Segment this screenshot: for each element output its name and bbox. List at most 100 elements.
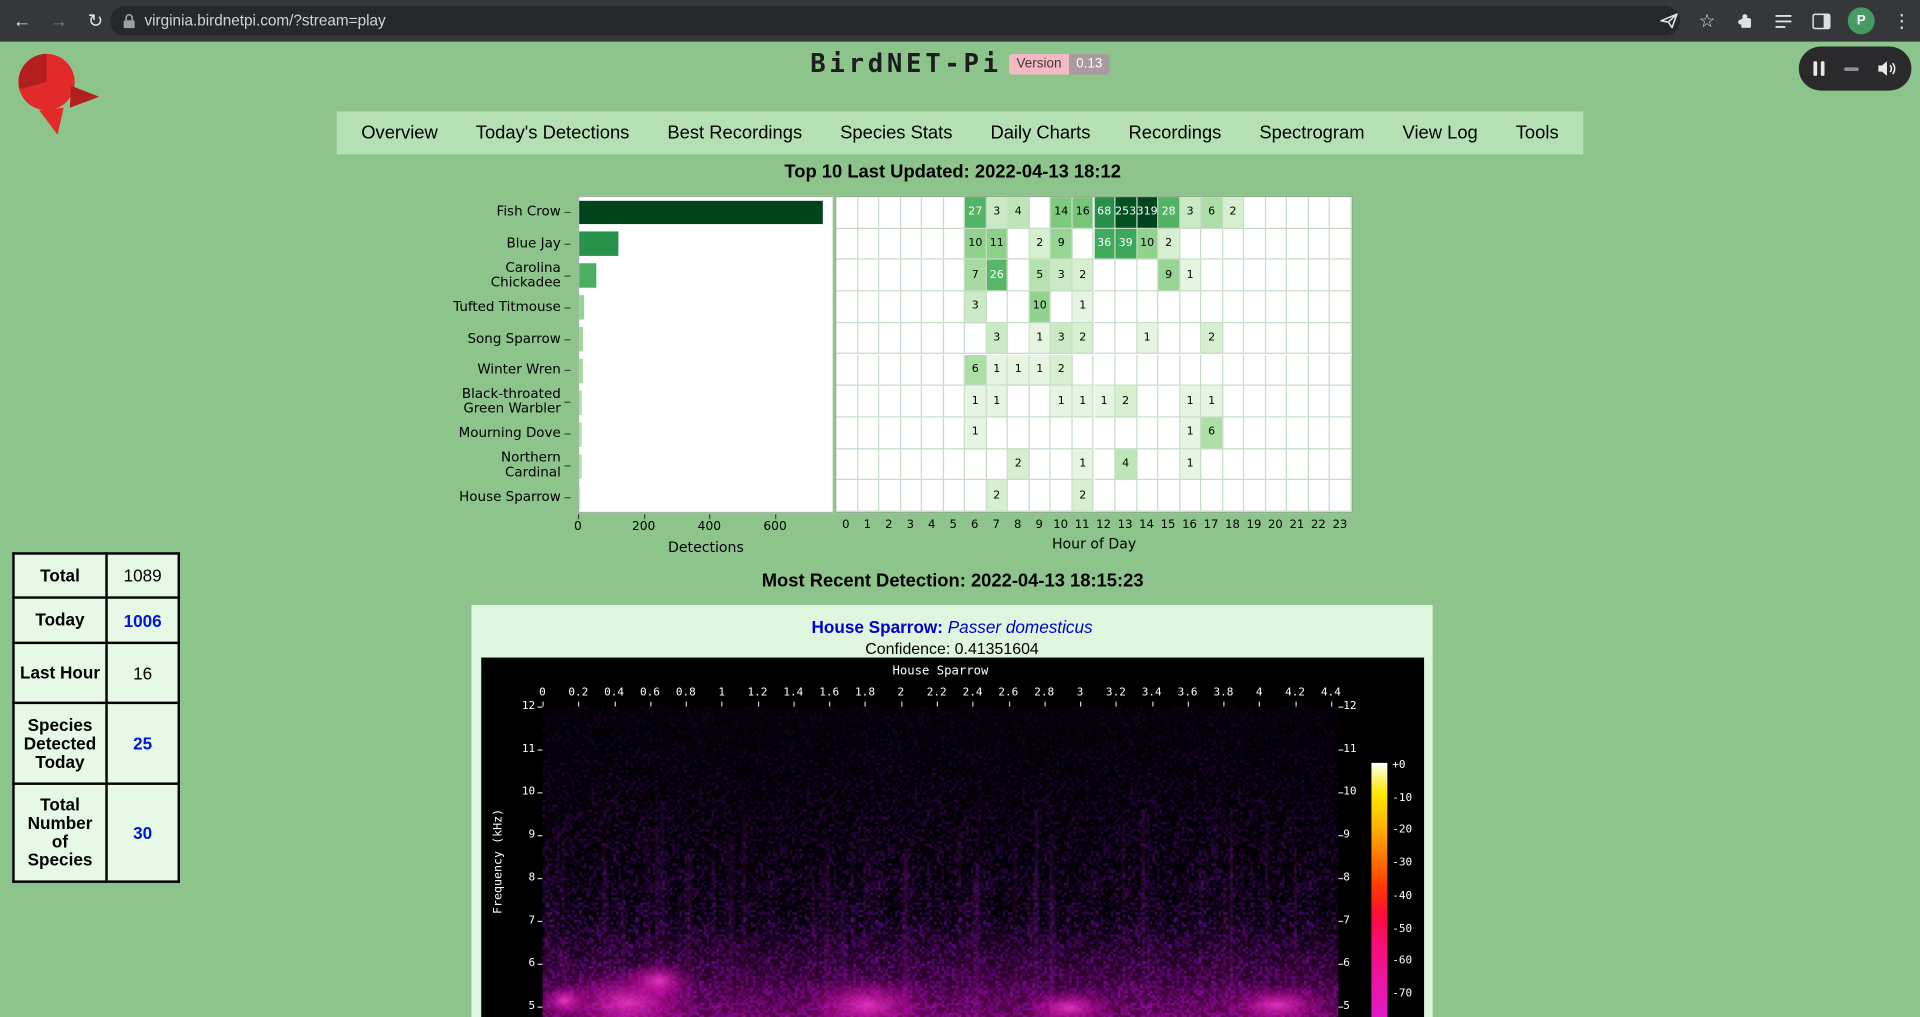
colorbar-tick-label: -50 — [1392, 923, 1424, 935]
heatmap-cell — [1008, 417, 1029, 448]
heatmap-cell — [836, 229, 857, 260]
stat-value[interactable]: 25 — [107, 703, 179, 784]
back-icon[interactable]: ← — [7, 6, 36, 35]
heatmap-cell: 10 — [965, 229, 986, 260]
seek-bar[interactable] — [1843, 67, 1858, 71]
heatmap-cell: 253 — [1116, 197, 1137, 228]
freq-tick-label-left: 5 — [501, 1000, 535, 1012]
heatmap-cell — [1159, 354, 1180, 385]
heatmap-cell: 1 — [1180, 417, 1201, 448]
heatmap-cell — [1244, 449, 1265, 480]
heatmap-cell — [858, 449, 879, 480]
version-label: Version — [1009, 53, 1069, 74]
heatmap-cell — [879, 449, 900, 480]
heatmap-cell — [1159, 292, 1180, 323]
heatmap-cell: 1 — [1201, 386, 1222, 417]
heatmap-cell — [901, 323, 922, 354]
nav-item-spectrogram[interactable]: Spectrogram — [1252, 118, 1372, 149]
heatmap-cell — [1137, 449, 1158, 480]
heatmap-cell — [858, 417, 879, 448]
stat-value[interactable]: 30 — [107, 784, 179, 882]
tick-label: 200 — [632, 520, 655, 533]
send-icon[interactable] — [1658, 10, 1680, 32]
nav-item-best-recordings[interactable]: Best Recordings — [660, 118, 809, 149]
heatmap-cell: 1 — [1073, 292, 1094, 323]
stats-row: Species Detected Today25 — [13, 703, 178, 784]
forward-icon[interactable]: → — [44, 6, 73, 35]
heatmap-cell: 9 — [1051, 229, 1072, 260]
hour-tick-label: 19 — [1247, 518, 1262, 531]
heatmap-cell — [879, 292, 900, 323]
time-tick-label: 2.2 — [927, 687, 947, 699]
menu-icon[interactable]: ⋮ — [1891, 10, 1913, 32]
time-tick-label: 1.6 — [819, 687, 839, 699]
heatmap-cell: 7 — [965, 260, 986, 291]
extensions-icon[interactable] — [1734, 10, 1756, 32]
hour-tick-label: 5 — [950, 518, 957, 531]
heatmap-cell — [858, 229, 879, 260]
heatmap-cell — [944, 197, 965, 228]
heatmap-cell — [1330, 292, 1351, 323]
nav-item-daily-charts[interactable]: Daily Charts — [983, 118, 1098, 149]
stat-value[interactable]: 1006 — [107, 598, 179, 643]
nav-item-tools[interactable]: Tools — [1508, 118, 1566, 149]
heatmap-cell — [1287, 417, 1308, 448]
time-tick-label: 3.4 — [1142, 687, 1162, 699]
heatmap-cell — [1309, 354, 1330, 385]
hour-tick-label: 20 — [1268, 518, 1283, 531]
freq-tick-label-right: 11 — [1343, 743, 1377, 755]
hour-tick-label: 0 — [842, 518, 849, 531]
heatmap-cell — [1266, 480, 1287, 511]
bar-x-axis: 0200400600 — [578, 514, 834, 536]
bar — [579, 232, 618, 256]
heatmap-cell — [1008, 292, 1029, 323]
heatmap-cell — [858, 386, 879, 417]
heatmap-cell: 2 — [1116, 386, 1137, 417]
species-tick-mark — [564, 370, 570, 371]
volume-icon[interactable] — [1877, 60, 1897, 77]
bar — [579, 390, 582, 414]
heatmap-cell — [1266, 197, 1287, 228]
nav-item-today-s-detections[interactable]: Today's Detections — [468, 118, 636, 149]
nav-item-recordings[interactable]: Recordings — [1121, 118, 1229, 149]
nav-item-view-log[interactable]: View Log — [1395, 118, 1485, 149]
colorbar-tick-label: +0 — [1392, 759, 1424, 771]
heatmap-cell — [944, 386, 965, 417]
heatmap-cell: 4 — [1116, 449, 1137, 480]
heatmap-cell — [1223, 323, 1244, 354]
address-bar[interactable]: virginia.birdnetpi.com/?stream=play — [110, 6, 1680, 35]
heatmap-cell — [944, 417, 965, 448]
heatmap-cell: 1 — [1180, 260, 1201, 291]
freq-tick-label-left: 8 — [501, 872, 535, 884]
reload-icon[interactable]: ↻ — [81, 6, 110, 35]
hour-tick-label: 9 — [1035, 518, 1042, 531]
spectrogram-title: House Sparrow — [542, 665, 1338, 678]
reading-list-icon[interactable] — [1772, 10, 1794, 32]
nav-item-overview[interactable]: Overview — [354, 118, 445, 149]
heatmap-cell: 2 — [1073, 323, 1094, 354]
hour-tick-label: 22 — [1311, 518, 1326, 531]
species-tick-mark — [564, 497, 570, 498]
heatmap-cell — [1159, 480, 1180, 511]
colorbar-tick-label: -20 — [1392, 825, 1424, 837]
heatmap-cell: 1 — [1073, 386, 1094, 417]
hour-tick-label: 11 — [1075, 518, 1090, 531]
heatmap-cell — [1244, 480, 1265, 511]
heatmap-cell — [922, 480, 943, 511]
side-panel-icon[interactable] — [1810, 10, 1832, 32]
heatmap-cell: 27 — [965, 197, 986, 228]
heatmap-cell — [1266, 417, 1287, 448]
heatmap-cell — [922, 292, 943, 323]
nav-item-species-stats[interactable]: Species Stats — [833, 118, 960, 149]
heatmap-cell: 3 — [1180, 197, 1201, 228]
heatmap-cell — [1094, 480, 1115, 511]
heatmap-cell — [1051, 292, 1072, 323]
heatmap-cell — [1116, 354, 1137, 385]
pause-button[interactable] — [1813, 61, 1824, 76]
hour-tick-label: 3 — [907, 518, 914, 531]
species-label: Mourning Dove — [365, 426, 561, 441]
heatmap-cell — [1201, 354, 1222, 385]
heatmap-cell — [901, 354, 922, 385]
profile-avatar[interactable]: P — [1848, 7, 1875, 34]
star-icon[interactable]: ☆ — [1696, 10, 1718, 32]
